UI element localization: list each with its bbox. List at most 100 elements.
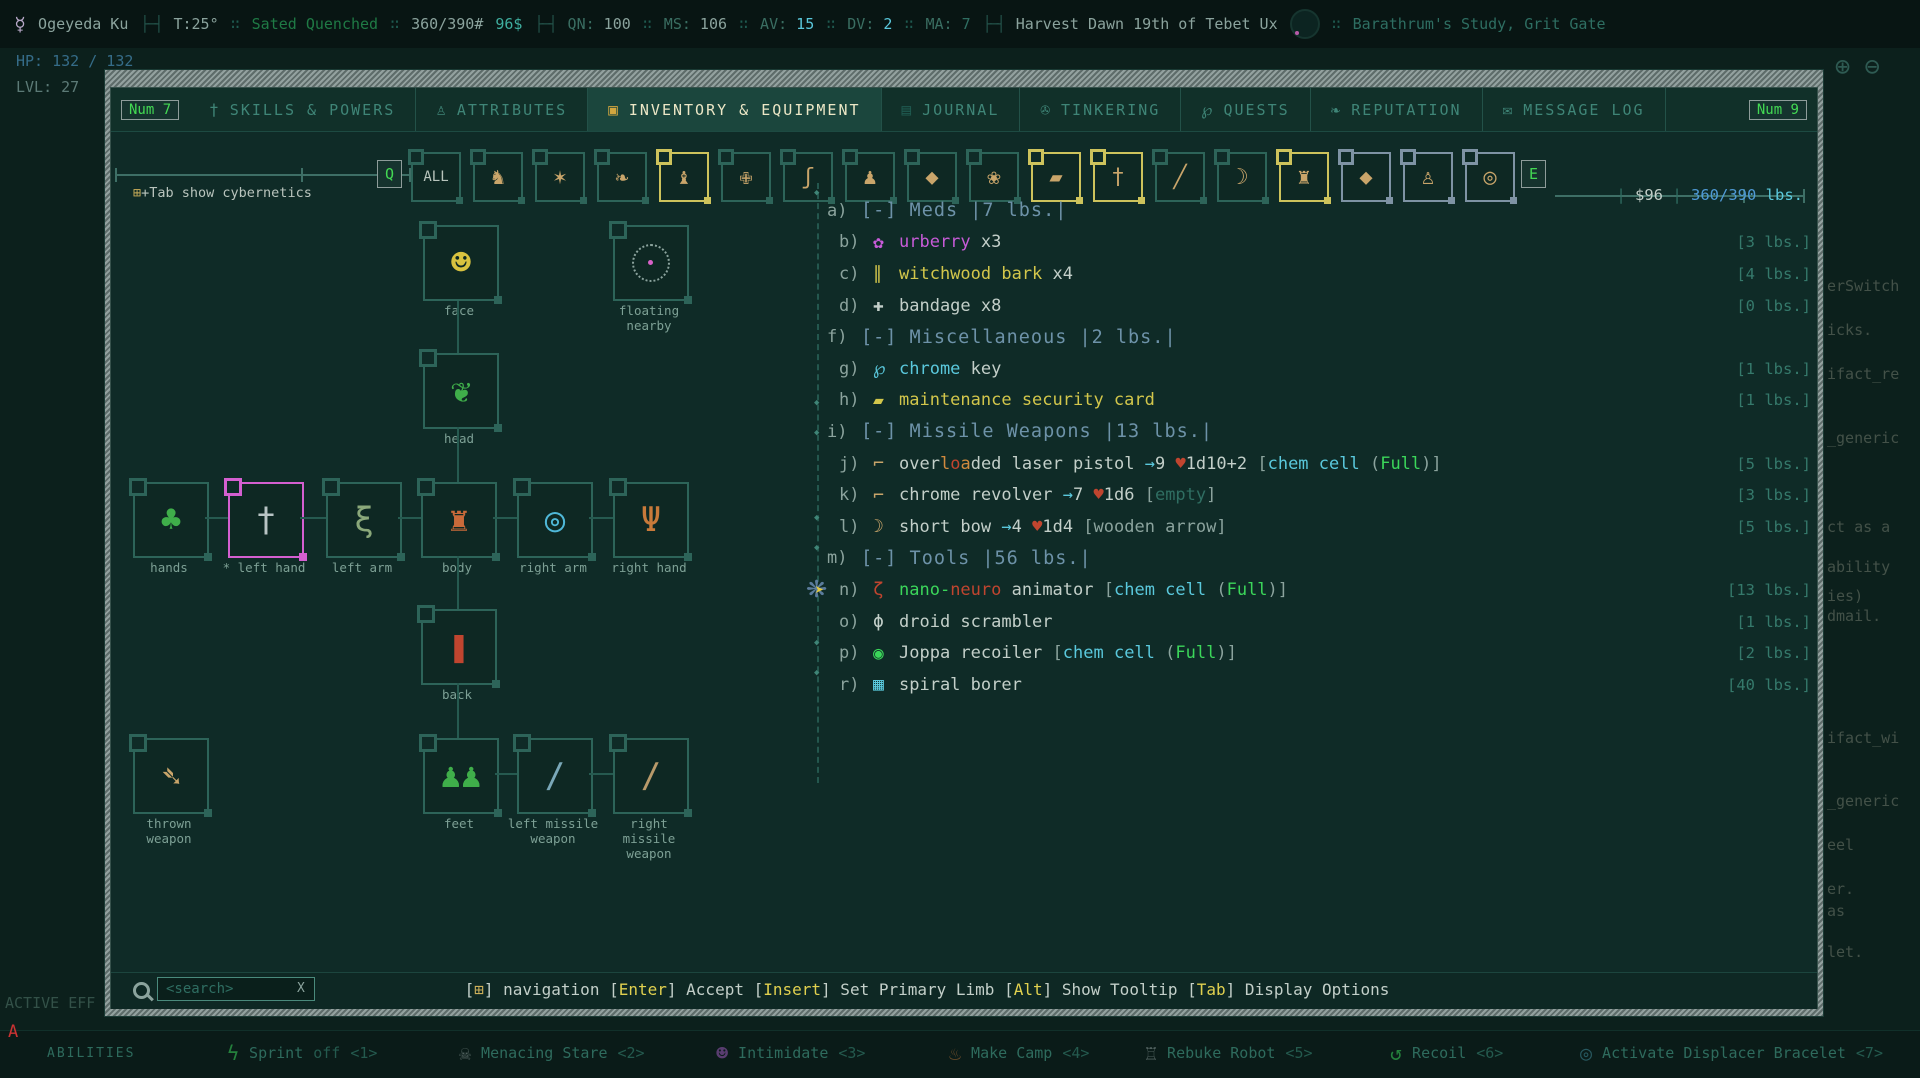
numpad9-badge: Num 9 (1748, 99, 1807, 120)
category-row[interactable]: a) [-] Meds |7 lbs.| (827, 195, 1817, 227)
inventory-row[interactable]: r) ▦ spiral borer [40 lbs.] (839, 669, 1817, 701)
equip-slot-feet[interactable]: ♟♟ (419, 734, 502, 817)
equip-slot-label: thrown weapon (146, 816, 192, 846)
equip-slot-righthand[interactable]: Ψ (609, 478, 692, 561)
ability-menacing-stare[interactable]: ☠ Menacing Stare <2> (459, 1041, 645, 1065)
category-label: [-] Meds |7 lbs.| (861, 200, 1068, 222)
category-row[interactable]: i) [-] Missile Weapons |13 lbs.| (827, 416, 1817, 448)
tab-reputation[interactable]: ❧ REPUTATION (1311, 88, 1483, 131)
menacing-stare-icon: ☠ (459, 1041, 472, 1065)
tab-attributes[interactable]: ♙ ATTRIBUTES (416, 88, 589, 131)
ability-intimidate[interactable]: ☻ Intimidate <3> (716, 1041, 865, 1065)
leftarm-item-icon: ξ (353, 500, 375, 540)
background-fragment: icks. (1827, 321, 1873, 339)
ability-rebuke-robot[interactable]: ♖ Rebuke Robot <5> (1145, 1041, 1313, 1065)
search-input[interactable] (157, 977, 315, 1001)
equip-slot-thrown[interactable]: ➴ (129, 734, 212, 817)
row-letter: b) (839, 232, 860, 253)
item-weight: [13 lbs.] (1727, 580, 1811, 599)
journal-icon: ▤ (901, 100, 914, 119)
filter-category-1[interactable]: ♞ (470, 149, 525, 204)
separator: ∷ (390, 15, 400, 33)
hint-navigation: [⊞] navigation (464, 980, 610, 999)
inventory-row[interactable]: b) ✿ urberry x3 [3 lbs.] (839, 227, 1817, 259)
tab-label: TINKERING (1061, 100, 1161, 119)
filter-category-5[interactable]: ✙ (718, 149, 773, 204)
ability-hotkey: <6> (1476, 1044, 1504, 1062)
filter-category-icon: ╱ (1173, 164, 1187, 190)
inventory-row[interactable]: k) ⌐ chrome revolver →7 ♥1d6 [empty] [3 lbs… (839, 479, 1817, 511)
carry-weight: 360/390# (411, 15, 484, 33)
background-fragment: erSwitch (1827, 277, 1900, 295)
hint-show-tooltip: [Alt] Show Tooltip (1004, 980, 1188, 999)
separator: ∷ (739, 15, 749, 33)
slot-connector (457, 683, 459, 738)
equip-slot-lefthand[interactable]: † (224, 478, 307, 561)
equip-slot-floating[interactable] (609, 221, 692, 304)
category-row[interactable]: m) [-] Tools |56 lbs.| (827, 543, 1817, 575)
ability-sprint[interactable]: ϟ Sprint off <1> (227, 1041, 377, 1065)
tab-skills-powers[interactable]: † SKILLS & POWERS (189, 88, 417, 131)
ability-make-camp[interactable]: ♨ Make Camp <4> (949, 1041, 1089, 1065)
item-name: short bow →4 ♥1d4 [wooden arrow] (899, 516, 1227, 537)
zoom-icons[interactable]: ⊕⊖ (1835, 52, 1894, 82)
inventory-row[interactable]: l) ☽ short bow →4 ♥1d4 [wooden arrow] [5 lb… (839, 511, 1817, 543)
decor-line-left (115, 174, 411, 176)
item-icon: ▰ (873, 389, 884, 411)
filter-category-icon: ♜ (1297, 164, 1311, 190)
equip-slot-face[interactable]: ☻ (419, 221, 502, 304)
equip-slot-head[interactable]: ❦ (419, 349, 502, 432)
leftmissile-item-icon: ∕ (544, 756, 566, 796)
tab-label: INVENTORY & EQUIPMENT (628, 100, 861, 119)
hp-readout: HP: 132 / 132 (16, 52, 134, 70)
equip-slot-hands[interactable]: ♣ (129, 478, 212, 561)
ability-hotkey: <5> (1285, 1044, 1313, 1062)
tab-quests[interactable]: ℘ QUESTS (1181, 88, 1311, 131)
inventory-row[interactable]: j) ⌐ overloaded laser pistol →9 ♥1d10+2 [c… (839, 448, 1817, 480)
filter-category-6[interactable]: ʃ (780, 149, 835, 204)
status-effects: Sated Quenched (251, 15, 379, 33)
inventory-row[interactable]: d) ✚ bandage x8 [0 lbs.] (839, 290, 1817, 322)
inventory-row[interactable]: h) ▰ maintenance security card [1 lbs.] (839, 385, 1817, 417)
inventory-row[interactable]: c) ∥ witchwood bark x4 [4 lbs.] (839, 258, 1817, 290)
inventory-row[interactable]: p) ◉ Joppa recoiler [chem cell (Full)] [2 l… (839, 637, 1817, 669)
item-weight: [40 lbs.] (1727, 675, 1811, 694)
search-clear-button[interactable]: X (297, 981, 305, 996)
hint-set-primary-limb: [Insert] Set Primary Limb (753, 980, 1005, 999)
intimidate-icon: ☻ (716, 1041, 729, 1065)
status-bar: ☿ Ogeyeda Ku ├─┤ T:25° ∷ Sated Quenched ∷ 360/3… (0, 0, 1920, 48)
divider-ornament: ◆ (814, 543, 820, 553)
message-log-icon: ✉ (1502, 100, 1515, 119)
equip-slot-rightarm[interactable]: ◎ (513, 478, 596, 561)
tab-journal[interactable]: ▤ JOURNAL (882, 88, 1021, 131)
equip-slot-leftmissile[interactable]: ∕ (513, 734, 596, 817)
filter-category-icon: † (1111, 164, 1125, 190)
filter-category-4[interactable]: ♝ (656, 149, 711, 204)
item-weight: [5 lbs.] (1736, 517, 1811, 536)
tab-inventory-equipment[interactable]: ▣ INVENTORY & EQUIPMENT (588, 88, 882, 131)
equip-slot-leftarm[interactable]: ξ (322, 478, 405, 561)
tab-tinkering[interactable]: ✇ TINKERING (1020, 88, 1182, 131)
filter-category-2[interactable]: ✶ (532, 149, 587, 204)
cybernetics-hint: ⊞+Tab show cybernetics (133, 185, 312, 201)
stat-ms: MS: 106 (663, 15, 728, 33)
hint-accept: [Enter] Accept (609, 980, 754, 999)
equip-slot-back[interactable]: ❚ (417, 605, 500, 688)
item-weight: [3 lbs.] (1736, 233, 1811, 252)
ability-label: Menacing Stare (481, 1044, 608, 1062)
item-name: Joppa recoiler [chem cell (Full)] (899, 643, 1237, 664)
ability-activate-displacer-bracelet[interactable]: ◎ Activate Displacer Bracelet <7> (1580, 1041, 1883, 1065)
ability-hotkey: <4> (1062, 1044, 1090, 1062)
tab-message-log[interactable]: ✉ MESSAGE LOG (1483, 88, 1666, 131)
ability-recoil[interactable]: ↺ Recoil <6> (1390, 1041, 1503, 1065)
reputation-icon: ❧ (1330, 100, 1343, 119)
background-fragment: ct as a (1827, 518, 1891, 536)
category-row[interactable]: f) [-] Miscellaneous |2 lbs.| (827, 321, 1817, 353)
equip-slot-body[interactable]: ♜ (417, 478, 500, 561)
inventory-row[interactable]: ➤ n) ζ nano-neuro animator [chem cell (Full… (815, 574, 1817, 606)
equip-slot-rightmissile[interactable]: ∕ (609, 734, 692, 817)
filter-all[interactable]: ALL (408, 149, 463, 204)
inventory-row[interactable]: g) ℘ chrome key [1 lbs.] (839, 353, 1817, 385)
inventory-row[interactable]: o) ϕ droid scrambler [1 lbs.] (839, 606, 1817, 638)
filter-category-3[interactable]: ❧ (594, 149, 649, 204)
